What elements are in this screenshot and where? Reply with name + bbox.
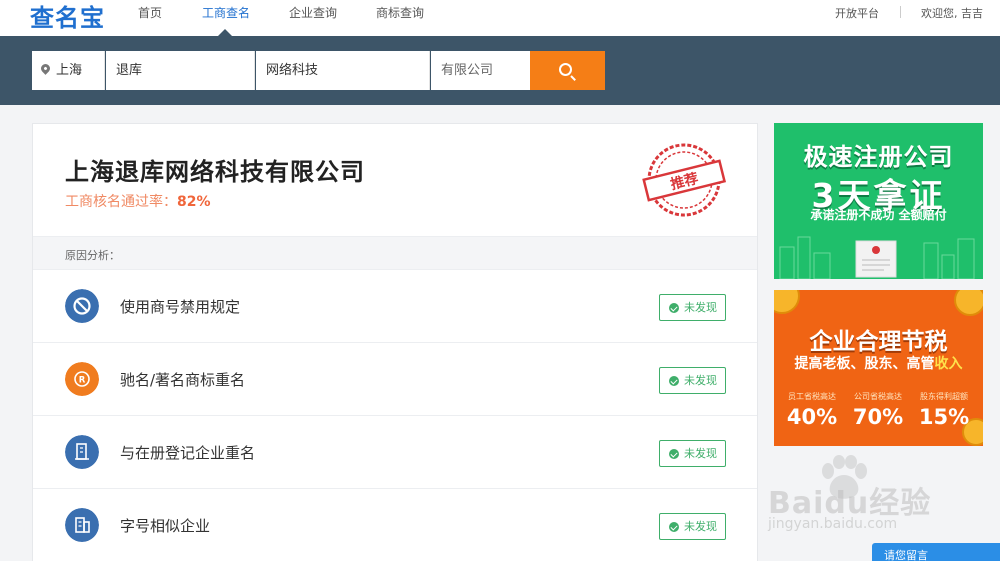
search-bar: 上海 退库 网络科技 有限公司 (0, 36, 1000, 105)
section-header: 原因分析： (33, 236, 757, 270)
ad1-headline: 极速注册公司 (803, 143, 954, 171)
trademark-icon: R (65, 362, 99, 396)
org-type-value: 有限公司 (441, 63, 494, 78)
ad-tax-saving[interactable]: 企业合理节税 提高老板、股东、高管收入 员工省税高达 40% 公司省税高达 70… (774, 290, 983, 446)
pass-rate: 工商核名通过率：82% (65, 191, 211, 211)
recommend-stamp-icon: 推荐 (642, 143, 727, 217)
result-card: 上海退库网络科技有限公司 工商核名通过率：82% 推荐 原因分析： 使用商号禁用… (32, 123, 758, 561)
ad-fast-registration[interactable]: 极速注册公司 3天拿证 承诺注册不成功 全额赔付 (774, 123, 983, 279)
check-label: 与在册登记企业重名 (120, 444, 256, 462)
ad2-subheadline: 提高老板、股东、高管收入 (774, 353, 983, 373)
watermark-url: jingyan.baidu.com (768, 516, 898, 532)
status-badge: 未发现 (659, 440, 726, 467)
stat-label: 股东得利超额 (920, 392, 968, 401)
status-text: 未发现 (684, 301, 717, 314)
name-input[interactable]: 退库 (106, 51, 255, 90)
check-circle-icon (669, 303, 679, 313)
ad2-stat: 股东得利超额 15% (911, 391, 977, 429)
nav-home[interactable]: 首页 (138, 4, 162, 21)
leave-message-tab[interactable]: 请您留言 (872, 543, 1000, 561)
name-value: 退库 (116, 63, 143, 78)
ban-icon (65, 289, 99, 323)
nav-company-search[interactable]: 企业查询 (289, 4, 337, 21)
active-tab-caret (218, 29, 232, 36)
nav-divider (900, 6, 901, 18)
open-platform-link[interactable]: 开放平台 (835, 5, 879, 21)
ad2-stat: 公司省税高达 70% (845, 391, 911, 429)
city-skyline-icon (779, 236, 975, 279)
check-row: 使用商号禁用规定 未发现 (33, 270, 757, 343)
document-icon (65, 508, 99, 542)
stat-value: 15% (918, 405, 970, 429)
welcome-user[interactable]: 欢迎您, 吉吉 (921, 5, 983, 21)
nav-name-check[interactable]: 工商查名 (202, 4, 250, 21)
check-row: 与在册登记企业重名 未发现 (33, 416, 757, 489)
stat-label: 员工省税高达 (788, 392, 836, 401)
status-badge: 未发现 (659, 367, 726, 394)
coin-icon (954, 290, 983, 316)
nav-trademark-search[interactable]: 商标查询 (376, 4, 424, 21)
org-type-select[interactable]: 有限公司 (431, 51, 530, 90)
ad1-promise: 承诺注册不成功 全额赔付 (810, 208, 947, 222)
check-circle-icon (669, 376, 679, 386)
pass-rate-label: 工商核名通过率： (65, 194, 177, 210)
stat-value: 70% (852, 405, 904, 429)
check-label: 字号相似企业 (120, 517, 211, 535)
status-badge: 未发现 (659, 513, 726, 540)
coin-icon (774, 290, 800, 314)
top-nav: 查名宝 首页 工商查名 企业查询 商标查询 开放平台 欢迎您, 吉吉 (0, 0, 1000, 36)
status-text: 未发现 (684, 447, 717, 460)
check-circle-icon (669, 522, 679, 532)
pass-rate-value: 82% (177, 194, 211, 210)
ad2-stat: 员工省税高达 40% (779, 391, 845, 429)
stat-label: 公司省税高达 (854, 392, 902, 401)
check-circle-icon (669, 449, 679, 459)
building-icon (65, 435, 99, 469)
region-select[interactable]: 上海 (32, 51, 105, 90)
check-label: 驰名/著名商标重名 (120, 371, 246, 389)
check-row: 字号相似企业 未发现 (33, 489, 757, 561)
ad2-subheadline-highlight: 收入 (934, 356, 963, 372)
ad2-subheadline-main: 提高老板、股东、高管 (794, 356, 935, 372)
company-name: 上海退库网络科技有限公司 (65, 158, 365, 186)
stat-value: 40% (786, 405, 838, 429)
check-label: 使用商号禁用规定 (120, 298, 241, 316)
svg-text:R: R (79, 376, 86, 386)
search-icon (559, 63, 572, 76)
status-badge: 未发现 (659, 294, 726, 321)
status-text: 未发现 (684, 374, 717, 387)
industry-value: 网络科技 (266, 63, 319, 78)
status-text: 未发现 (684, 520, 717, 533)
ad2-headline: 企业合理节税 (809, 329, 948, 355)
logo[interactable]: 查名宝 (30, 0, 105, 33)
check-row: R 驰名/著名商标重名 未发现 (33, 343, 757, 416)
search-button[interactable] (530, 51, 605, 90)
industry-input[interactable]: 网络科技 (256, 51, 430, 90)
section-title: 原因分析： (65, 249, 120, 262)
